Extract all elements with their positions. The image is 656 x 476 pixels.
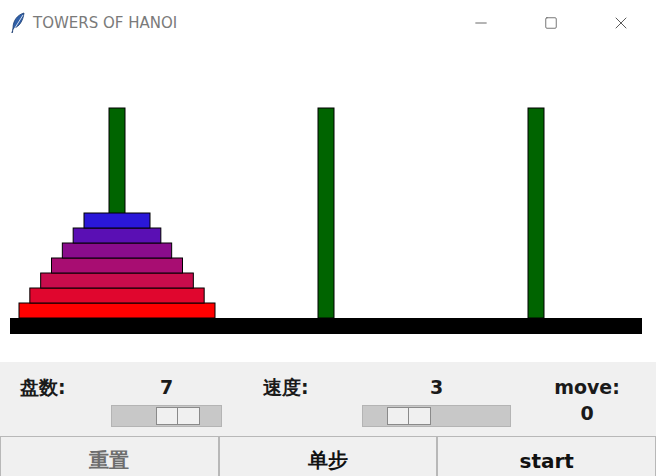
canvas [0, 45, 656, 362]
control-label: 盘数: [20, 374, 111, 400]
window-title: TOWERS OF HANOI [33, 14, 446, 32]
window: TOWERS OF HANOI 盘数: 7 速度: 3 move:0 重置单步start [0, 0, 656, 476]
disk [62, 243, 171, 258]
disk [30, 288, 204, 303]
peg [318, 108, 334, 318]
base [10, 318, 642, 334]
hanoi-board [0, 45, 656, 362]
close-button[interactable] [586, 0, 656, 45]
close-icon [611, 13, 631, 33]
control-panel: 盘数: 7 速度: 3 move:0 [0, 362, 656, 436]
slider-thumb[interactable] [387, 407, 431, 425]
disk [84, 213, 150, 228]
feather-icon [9, 12, 27, 34]
slider[interactable] [111, 405, 222, 427]
disk [52, 258, 183, 273]
button-row: 重置单步start [0, 436, 656, 476]
move-counter: move:0 [547, 374, 627, 426]
move-label: move: [554, 374, 620, 400]
maximize-button[interactable] [516, 0, 586, 45]
disk-count-control: 盘数: 7 [20, 374, 222, 427]
slider-thumb[interactable] [156, 407, 200, 425]
control-value: 7 [160, 374, 173, 400]
control-value: 3 [430, 374, 443, 400]
minimize-icon [472, 14, 490, 32]
speed-control: 速度: 3 [263, 374, 511, 427]
action-button[interactable]: 重置 [0, 436, 219, 476]
peg [528, 108, 544, 318]
action-button[interactable]: start [437, 436, 656, 476]
title-bar: TOWERS OF HANOI [0, 0, 656, 45]
control-label: 速度: [263, 374, 362, 400]
action-button[interactable]: 单步 [219, 436, 438, 476]
disk [73, 228, 161, 243]
maximize-icon [544, 16, 558, 30]
disk [19, 303, 215, 318]
slider[interactable] [362, 405, 511, 427]
peg [19, 108, 215, 318]
minimize-button[interactable] [446, 0, 516, 45]
move-value: 0 [580, 400, 593, 426]
disk [41, 273, 194, 288]
